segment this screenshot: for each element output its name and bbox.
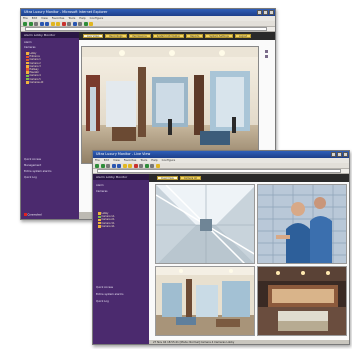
- sidebar-item-quick-access[interactable]: Quick Access: [24, 158, 41, 161]
- tab-logout[interactable]: Logout: [234, 33, 252, 39]
- front-camera-tree: Lobby Camera 1A Camera 2A Camera 3A Came…: [98, 212, 114, 228]
- search-icon[interactable]: [122, 163, 127, 168]
- stop-icon[interactable]: [106, 163, 110, 168]
- sidebar-item-alarms[interactable]: Entire system alarms: [24, 170, 51, 173]
- mail-icon[interactable]: [72, 21, 77, 26]
- back-icon[interactable]: [23, 21, 27, 26]
- front-status-bar: 27 Nov 04 18:55:21 [Mode: Normal] Camera…: [149, 340, 349, 344]
- folder-icon: [26, 68, 29, 71]
- mail-icon[interactable]: [144, 163, 149, 168]
- edit-icon[interactable]: [83, 21, 88, 26]
- tab-system-information[interactable]: System Information: [152, 33, 185, 39]
- favorites-icon[interactable]: [56, 21, 60, 26]
- back-window-title: Ultra Luxury Monitor - Microsoft Interne…: [24, 10, 108, 14]
- sidebar-item-cameras[interactable]: Cameras: [96, 190, 108, 193]
- forward-icon[interactable]: [28, 21, 33, 26]
- tab-camera-all[interactable]: Camera All: [179, 175, 201, 181]
- window-controls-icon[interactable]: [257, 10, 274, 15]
- search-icon[interactable]: [50, 21, 55, 26]
- front-sidebar-header: Alarm Lobby Monitor: [93, 174, 149, 180]
- sidebar-item-quick-log[interactable]: Quick Log: [96, 300, 109, 303]
- camera-feed-reception[interactable]: [257, 266, 347, 336]
- folder-icon: [98, 212, 101, 215]
- back-sidebar: Alarm Lobby Monitor Alarm Cameras Lobby …: [21, 32, 79, 219]
- sidebar-item-alarm[interactable]: Alarm: [24, 41, 32, 44]
- camera-feed-guards[interactable]: [257, 184, 347, 264]
- home-icon[interactable]: [117, 163, 121, 168]
- front-window-title: Ultra Luxury Monitor - Live View: [96, 152, 151, 156]
- tab-quad-view[interactable]: Quad View: [157, 175, 178, 181]
- back-camera-tree: Lobby Entrance Camera 1 Camera 2 Camera …: [26, 52, 43, 84]
- print-icon[interactable]: [78, 21, 82, 26]
- camera-feed-lobby[interactable]: [155, 266, 255, 336]
- zoom-icon[interactable]: [265, 50, 268, 53]
- camera-icon: [26, 77, 29, 81]
- camera-icon: [98, 218, 101, 222]
- media-icon[interactable]: [133, 163, 138, 168]
- front-content-area: [149, 182, 349, 340]
- back-side-icons: [265, 50, 268, 58]
- sidebar-item-alarm[interactable]: Alarm: [96, 184, 104, 187]
- connection-status: Connected: [24, 213, 41, 217]
- tab-recordings[interactable]: Recordings: [105, 33, 127, 39]
- home-icon[interactable]: [45, 21, 49, 26]
- sidebar-item-alarms[interactable]: Entire system alarms: [96, 293, 123, 296]
- camera-icon: [26, 61, 29, 65]
- folder-icon[interactable]: [155, 163, 160, 168]
- front-title-bar[interactable]: Ultra Luxury Monitor - Live View: [93, 151, 349, 158]
- camera-icon: [26, 58, 29, 62]
- folder-icon: [26, 71, 29, 74]
- address-input[interactable]: [25, 27, 267, 31]
- status-dot-icon: [24, 213, 27, 216]
- back-nav-tabs: Live Video Recordings Permissions System…: [79, 32, 275, 40]
- print-icon[interactable]: [150, 163, 154, 168]
- window-controls-icon[interactable]: [331, 152, 348, 157]
- lobby-camera-feed[interactable]: [81, 46, 259, 164]
- snapshot-icon[interactable]: [265, 55, 268, 58]
- back-icon[interactable]: [95, 163, 99, 168]
- address-input[interactable]: [97, 169, 341, 173]
- refresh-icon[interactable]: [111, 163, 116, 168]
- camera-feed-atrium[interactable]: [155, 184, 255, 264]
- camera-icon: [98, 225, 101, 228]
- front-nav-tabs: Quad View Camera All: [149, 174, 349, 182]
- tree-node[interactable]: Camera 4A: [98, 225, 114, 228]
- back-title-bar[interactable]: Ultra Luxury Monitor - Microsoft Interne…: [21, 9, 275, 16]
- favorites-icon[interactable]: [128, 163, 132, 168]
- camera-icon: [98, 221, 101, 225]
- tab-permissions[interactable]: Permissions: [128, 33, 151, 39]
- tab-system-settings[interactable]: System Settings: [205, 33, 233, 39]
- folder-icon: [26, 55, 29, 59]
- tree-node[interactable]: Cameras All: [26, 81, 43, 84]
- tab-reports[interactable]: Reports: [186, 33, 204, 39]
- media-icon[interactable]: [61, 21, 66, 26]
- sidebar-item-quick-access[interactable]: Quick Access: [96, 286, 113, 289]
- status-text: 27 Nov 04 18:55:21 [Mode: Normal] Camera…: [153, 341, 235, 344]
- sidebar-item-management[interactable]: Management: [24, 164, 41, 167]
- front-sidebar: Alarm Lobby Monitor Alarm Cameras Lobby …: [93, 174, 149, 344]
- front-browser-window: Ultra Luxury Monitor - Live View File Ed…: [92, 150, 350, 345]
- stop-icon[interactable]: [34, 21, 38, 26]
- folder-icon[interactable]: [89, 21, 93, 26]
- back-sidebar-header: Alarm Lobby Monitor: [21, 32, 79, 38]
- forward-icon[interactable]: [100, 163, 105, 168]
- refresh-icon[interactable]: [39, 21, 44, 26]
- history-icon[interactable]: [67, 21, 71, 26]
- camera-icon: [26, 81, 29, 84]
- camera-icon: [26, 65, 29, 68]
- tab-live-video[interactable]: Live Video: [83, 33, 104, 39]
- folder-icon: [26, 52, 29, 55]
- sidebar-item-cameras[interactable]: Cameras: [24, 46, 36, 49]
- camera-icon: [98, 215, 101, 219]
- history-icon[interactable]: [139, 163, 143, 168]
- camera-icon: [26, 74, 29, 78]
- sidebar-item-quick-log[interactable]: Quick Log: [24, 176, 37, 179]
